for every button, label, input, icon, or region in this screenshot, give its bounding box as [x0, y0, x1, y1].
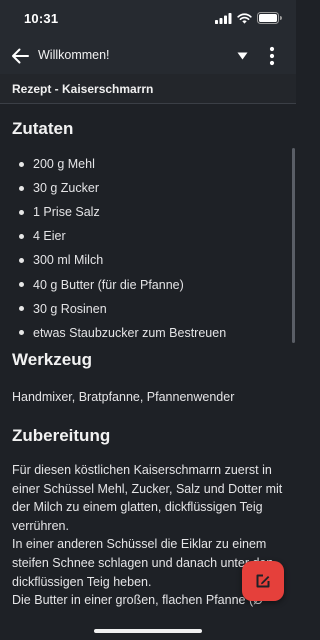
ingredient-item: 1 Prise Salz	[0, 200, 296, 224]
ingredient-text: 30 g Zucker	[33, 181, 100, 196]
app-title: Willkommen!	[38, 48, 110, 62]
bullet	[19, 185, 24, 191]
ingredient-item: 40 g Butter (für die Pfanne)	[0, 272, 296, 296]
status-bar: 10:31	[0, 0, 296, 38]
battery-icon	[257, 12, 282, 24]
edit-recipe-button[interactable]	[242, 561, 284, 601]
signal-icon	[215, 12, 232, 24]
ingredient-text: 4 Eier	[33, 229, 66, 244]
ingredient-text: etwas Staubzucker zum Bestreuen	[33, 325, 227, 340]
ingredient-text: 300 ml Milch	[33, 253, 104, 268]
ingredient-item: 30 g Zucker	[0, 176, 296, 200]
tools-heading: Werkzeug	[12, 350, 92, 369]
ingredient-item: 4 Eier	[0, 224, 296, 248]
more-vertical-icon	[269, 46, 275, 66]
more-options-button[interactable]	[262, 44, 282, 68]
recipe-content[interactable]: Zutaten 200 g Mehl 30 g Zucker 1 Prise S…	[0, 105, 296, 640]
ingredient-text: 200 g Mehl	[33, 157, 95, 172]
bullet	[19, 330, 24, 336]
ingredient-text: 30 g Rosinen	[33, 301, 107, 316]
back-button[interactable]	[8, 44, 32, 68]
home-indicator[interactable]	[94, 629, 202, 633]
ingredient-item: etwas Staubzucker zum Bestreuen	[0, 321, 296, 345]
arrow-left-icon	[12, 48, 29, 64]
triangle-down-icon	[237, 52, 247, 60]
app-bar: Willkommen!	[0, 38, 296, 74]
ingredient-text: 40 g Butter (für die Pfanne)	[33, 277, 184, 292]
ingredient-item: 30 g Rosinen	[0, 297, 296, 321]
bullet	[19, 257, 24, 263]
wifi-icon	[237, 12, 252, 24]
bullet	[19, 233, 24, 239]
preparation-heading: Zubereitung	[12, 426, 111, 445]
ingredients-heading: Zutaten	[12, 119, 74, 138]
edit-icon	[256, 574, 270, 588]
ingredient-list: 200 g Mehl 30 g Zucker 1 Prise Salz 4 Ei…	[0, 152, 296, 345]
scrollbar[interactable]	[292, 148, 295, 343]
recipe-subheader: Rezept - Kaiserschmarrn	[0, 74, 296, 104]
status-icons	[215, 12, 282, 24]
bullet	[19, 209, 24, 215]
recipe-title: Rezept - Kaiserschmarrn	[12, 82, 154, 96]
dropdown-button[interactable]	[232, 46, 252, 66]
bullet	[19, 161, 24, 167]
bullet	[19, 282, 24, 288]
tools-text: Handmixer, Bratpfanne, Pfannenwender	[12, 390, 235, 404]
ingredient-text: 1 Prise Salz	[33, 205, 100, 220]
status-time: 10:31	[24, 11, 59, 26]
ingredient-item: 300 ml Milch	[0, 248, 296, 272]
ingredient-item: 200 g Mehl	[0, 152, 296, 176]
bullet	[19, 306, 24, 312]
